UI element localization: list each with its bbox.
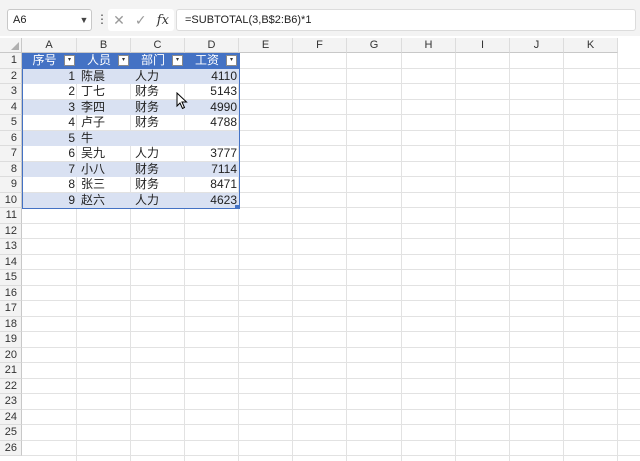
row-header-24[interactable]: 24 [0, 409, 22, 425]
column-header-b[interactable]: B [77, 38, 131, 53]
row-header-21[interactable]: 21 [0, 363, 22, 379]
row-gridline [22, 331, 640, 332]
row-gridline [22, 315, 640, 317]
row-gridline [22, 393, 640, 394]
row-gridline [22, 300, 640, 301]
row-header-18[interactable]: 18 [0, 316, 22, 332]
row-header-2[interactable]: 2 [0, 68, 22, 84]
column-gridline [401, 53, 402, 461]
row-gridline [22, 222, 640, 224]
column-header-c[interactable]: C [131, 38, 185, 53]
formula-bar: A6 ▼ ⋮ ✕ ✓ fx =SUBTOTAL(3,B$2:B6)*1 [0, 0, 640, 36]
row-gridline [22, 238, 640, 239]
row-gridline [22, 253, 640, 255]
column-header-a[interactable]: A [22, 38, 77, 53]
row-header-23[interactable]: 23 [0, 394, 22, 410]
row-header-3[interactable]: 3 [0, 84, 22, 100]
row-gridline [22, 424, 640, 425]
row-header-5[interactable]: 5 [0, 115, 22, 131]
more-options-icon[interactable]: ⋮ [96, 12, 108, 26]
enter-icon[interactable]: ✓ [135, 12, 147, 29]
formula-input[interactable]: =SUBTOTAL(3,B$2:B6)*1 [176, 9, 636, 31]
row-header-11[interactable]: 11 [0, 208, 22, 224]
row-gridline [22, 377, 640, 379]
row-gridline [22, 439, 640, 441]
column-header-f[interactable]: F [293, 38, 347, 53]
row-gridline [22, 362, 640, 363]
column-header-k[interactable]: K [564, 38, 618, 53]
row-header-16[interactable]: 16 [0, 285, 22, 301]
insert-function-icon[interactable]: fx [157, 13, 169, 28]
spreadsheet-grid[interactable]: A B C D E F G H I J K 1 2 3 4 5 6 7 8 9 10 11 12 13 14 15 16 17 18 19… [0, 36, 640, 461]
table-resize-handle[interactable] [235, 205, 239, 209]
row-header-19[interactable]: 19 [0, 332, 22, 348]
row-header-20[interactable]: 20 [0, 347, 22, 363]
column-header-e[interactable]: E [239, 38, 293, 53]
row-header-10[interactable]: 10 [0, 192, 22, 208]
name-box-value: A6 [13, 14, 27, 26]
chevron-down-icon[interactable]: ▼ [77, 15, 91, 25]
row-gridline [22, 455, 640, 456]
column-header-j[interactable]: J [510, 38, 564, 53]
column-gridline [509, 53, 510, 461]
column-gridline [292, 53, 293, 461]
formula-tools: ✕ ✓ fx [108, 9, 174, 31]
row-header-22[interactable]: 22 [0, 378, 22, 394]
row-gridline [22, 269, 640, 270]
column-gridline [346, 53, 347, 461]
row-header-25[interactable]: 25 [0, 425, 22, 441]
row-header-17[interactable]: 17 [0, 301, 22, 317]
column-gridline [455, 53, 456, 461]
row-header-7[interactable]: 7 [0, 146, 22, 162]
column-header-i[interactable]: I [456, 38, 510, 53]
name-box[interactable]: A6 ▼ [7, 9, 92, 31]
row-header-12[interactable]: 12 [0, 223, 22, 239]
row-header-13[interactable]: 13 [0, 239, 22, 255]
select-all-corner[interactable] [0, 38, 22, 53]
row-gridline [22, 284, 640, 286]
column-header-d[interactable]: D [185, 38, 239, 53]
row-header-1[interactable]: 1 [0, 53, 22, 69]
row-header-4[interactable]: 4 [0, 99, 22, 115]
row-header-9[interactable]: 9 [0, 177, 22, 193]
row-header-8[interactable]: 8 [0, 161, 22, 177]
row-header-14[interactable]: 14 [0, 254, 22, 270]
row-gridline [22, 408, 640, 410]
row-header-26[interactable]: 26 [0, 440, 22, 456]
row-gridline [22, 346, 640, 348]
column-gridline [617, 53, 618, 461]
mouse-cursor-icon [176, 92, 188, 110]
column-gridline [563, 53, 564, 461]
row-header-15[interactable]: 15 [0, 270, 22, 286]
row-header-6[interactable]: 6 [0, 130, 22, 146]
table-border [22, 53, 240, 209]
column-header-h[interactable]: H [402, 38, 456, 53]
column-header-g[interactable]: G [347, 38, 402, 53]
cancel-icon[interactable]: ✕ [113, 12, 125, 29]
